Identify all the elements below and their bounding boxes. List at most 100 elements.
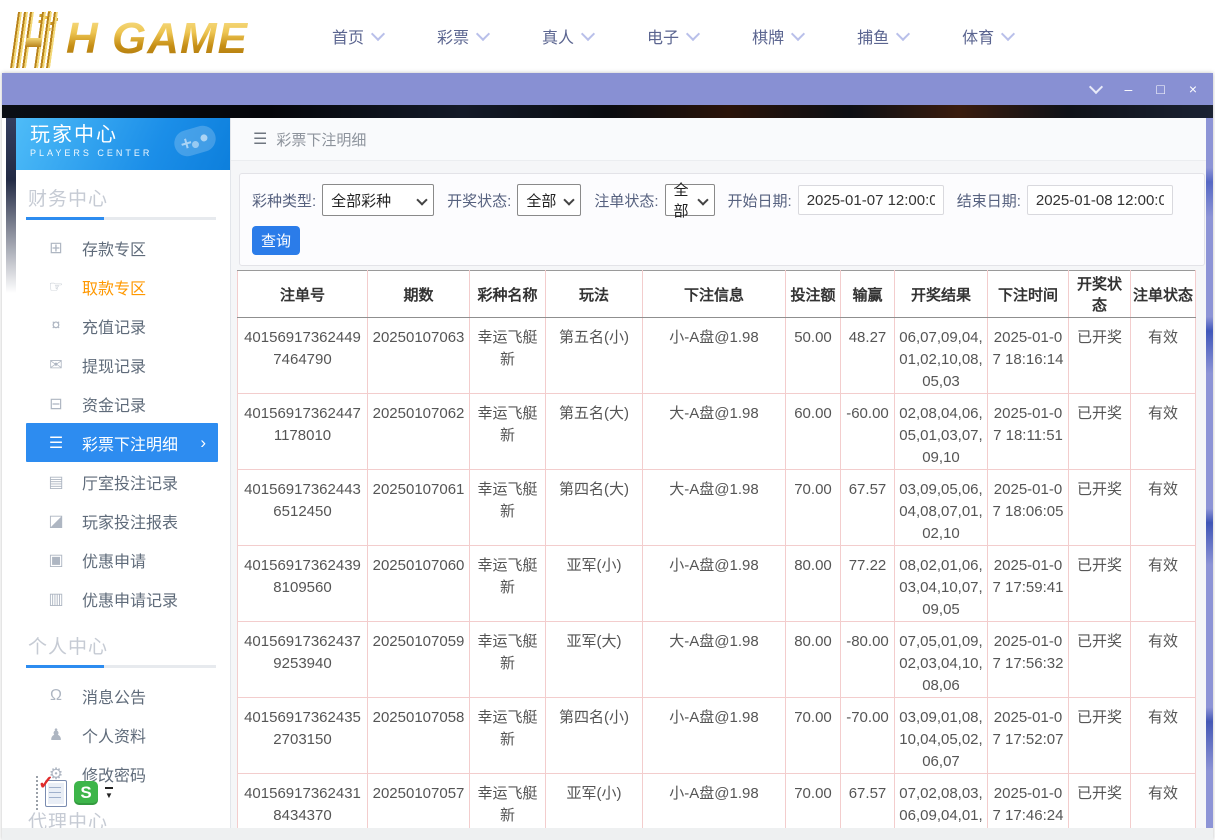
- table-cell: 有效: [1131, 318, 1196, 394]
- table-cell: 80.00: [786, 546, 841, 622]
- chevron-down-icon: [371, 26, 385, 40]
- table-row: 40156917362449746479020250107063幸运飞艇新第五名…: [238, 318, 1196, 394]
- table-cell: 77.22: [841, 546, 895, 622]
- funds-record-icon: ⊟: [46, 394, 66, 414]
- nav-item-彩票[interactable]: 彩票: [437, 24, 488, 48]
- nav-item-真人[interactable]: 真人: [542, 24, 593, 48]
- left-gutter: [2, 118, 16, 840]
- table-cell: 60.00: [786, 394, 841, 470]
- profile-icon: ♟: [46, 725, 66, 745]
- maximize-icon[interactable]: □: [1156, 82, 1164, 96]
- sidebar-item-提现记录[interactable]: ✉ 提现记录: [16, 345, 230, 384]
- table-cell: 401569173624471178010: [238, 394, 368, 470]
- sidebar: 玩家中心 PLAYERS CENTER 财务中心 ⊞ 存款专区☞ 取款专区¤ 充…: [16, 118, 231, 840]
- close-icon[interactable]: ×: [1189, 82, 1197, 96]
- table-cell: 401569173624436512450: [238, 470, 368, 546]
- lottery-type-label: 彩种类型:: [252, 190, 316, 211]
- app-window: – □ × 玩家中心 PLAYERS CENTER 财务中心 ⊞ 存款专区☞ 取…: [2, 73, 1213, 840]
- table-cell: 401569173624398109560: [238, 546, 368, 622]
- table-cell: 06,07,09,04,01,02,10,08,05,03: [895, 318, 988, 394]
- minimize-icon[interactable]: –: [1125, 82, 1133, 96]
- table-cell: -60.00: [841, 394, 895, 470]
- window-dropdown-icon[interactable]: [1088, 80, 1102, 94]
- room-bet-record-icon: ▤: [46, 472, 66, 492]
- table-cell: 有效: [1131, 394, 1196, 470]
- window-footer-strip: [2, 828, 1213, 840]
- table-cell: 有效: [1131, 546, 1196, 622]
- filter-panel: 彩种类型: 全部彩种 开奖状态: 全部 注单状态: 全部 开始日期: 结束日期:…: [239, 173, 1205, 266]
- end-date-input[interactable]: [1027, 185, 1173, 215]
- bet-status-select[interactable]: 全部: [665, 184, 715, 216]
- lottery-bet-detail-icon: ☰: [46, 433, 66, 453]
- collapse-bar-icon: [105, 787, 113, 789]
- sidebar-item-彩票下注明细[interactable]: ☰ 彩票下注明细›: [26, 423, 218, 462]
- start-date-input[interactable]: [798, 185, 944, 215]
- sidebar-item-个人资料[interactable]: ♟ 个人资料: [16, 715, 230, 754]
- sidebar-item-优惠申请[interactable]: ▣ 优惠申请: [16, 540, 230, 579]
- column-header: 开奖状态: [1069, 271, 1131, 318]
- nav-item-首页[interactable]: 首页: [332, 24, 383, 48]
- sidebar-item-取款专区[interactable]: ☞ 取款专区: [16, 267, 230, 306]
- players-center-header: 玩家中心 PLAYERS CENTER: [16, 118, 230, 170]
- draw-status-select[interactable]: 全部: [517, 184, 581, 216]
- nav-item-棋牌[interactable]: 棋牌: [752, 24, 803, 48]
- table-cell: 03,09,01,08,10,04,05,02,06,07: [895, 698, 988, 774]
- column-header: 开奖结果: [895, 271, 988, 318]
- sidebar-item-充值记录[interactable]: ¤ 充值记录: [16, 306, 230, 345]
- table-cell: 2025-01-07 18:11:51: [988, 394, 1069, 470]
- sidebar-item-优惠申请记录[interactable]: ▥ 优惠申请记录: [16, 579, 230, 618]
- nav-item-体育[interactable]: 体育: [962, 24, 1013, 48]
- promo-apply-icon: ▣: [46, 550, 66, 570]
- chevron-down-icon: [1001, 26, 1015, 40]
- table-cell: 幸运飞艇新: [470, 318, 546, 394]
- table-header-row: 注单号期数彩种名称玩法下注信息投注额输赢开奖结果下注时间开奖状态注单状态: [238, 271, 1196, 318]
- column-header: 注单号: [238, 271, 368, 318]
- nav-item-捕鱼[interactable]: 捕鱼: [857, 24, 908, 48]
- table-cell: 20250107061: [368, 470, 470, 546]
- window-titlebar[interactable]: – □ ×: [2, 73, 1213, 105]
- table-cell: 401569173624379253940: [238, 622, 368, 698]
- content-header: ☰ 彩票下注明细: [231, 118, 1213, 161]
- sidebar-item-厅室投注记录[interactable]: ▤ 厅室投注记录: [16, 462, 230, 501]
- table-cell: 03,09,05,06,04,08,07,01,02,10: [895, 470, 988, 546]
- hamburger-icon[interactable]: ☰: [253, 129, 267, 149]
- withdraw-record-icon: ✉: [46, 355, 66, 375]
- table-cell: 小-A盘@1.98: [643, 546, 786, 622]
- table-cell: 有效: [1131, 698, 1196, 774]
- table-cell: -70.00: [841, 698, 895, 774]
- main-content: ☰ 彩票下注明细 彩种类型: 全部彩种 开奖状态: 全部 注单状态: 全部 开始…: [231, 118, 1213, 840]
- start-date-label: 开始日期:: [728, 190, 792, 211]
- sidebar-item-存款专区[interactable]: ⊞ 存款专区: [16, 228, 230, 267]
- table-cell: 70.00: [786, 470, 841, 546]
- sidebar-item-消息公告[interactable]: Ω 消息公告: [16, 676, 230, 715]
- table-cell: 小-A盘@1.98: [643, 698, 786, 774]
- toolbar-collapse-control[interactable]: ▼: [105, 787, 113, 799]
- sidebar-item-资金记录[interactable]: ⊟ 资金记录: [16, 384, 230, 423]
- site-logo[interactable]: H GAME: [14, 6, 248, 68]
- green-s-icon[interactable]: S: [74, 781, 98, 805]
- lottery-type-select[interactable]: 全部彩种: [322, 184, 434, 216]
- table-cell: -80.00: [841, 622, 895, 698]
- table-cell: 大-A盘@1.98: [643, 394, 786, 470]
- column-header: 下注时间: [988, 271, 1069, 318]
- table-cell: 第四名(大): [546, 470, 643, 546]
- column-header: 玩法: [546, 271, 643, 318]
- table-cell: 80.00: [786, 622, 841, 698]
- table-cell: 2025-01-07 18:16:14: [988, 318, 1069, 394]
- logo-h-mark-icon: [10, 12, 62, 68]
- logo-text: H GAME: [66, 10, 248, 68]
- table-cell: 第四名(小): [546, 698, 643, 774]
- table-cell: 50.00: [786, 318, 841, 394]
- table-cell: 已开奖: [1069, 394, 1131, 470]
- table-cell: 2025-01-07 17:59:41: [988, 546, 1069, 622]
- table-cell: 幸运飞艇新: [470, 698, 546, 774]
- notepad-check-icon[interactable]: ✓: [45, 780, 67, 807]
- search-button[interactable]: 查询: [252, 226, 300, 255]
- table-cell: 67.57: [841, 470, 895, 546]
- chevron-down-icon: [476, 26, 490, 40]
- nav-item-电子[interactable]: 电子: [647, 24, 698, 48]
- sidebar-item-玩家投注报表[interactable]: ◪ 玩家投注报表: [16, 501, 230, 540]
- chevron-down-icon: [896, 26, 910, 40]
- table-cell: 已开奖: [1069, 470, 1131, 546]
- table-cell: 20250107058: [368, 698, 470, 774]
